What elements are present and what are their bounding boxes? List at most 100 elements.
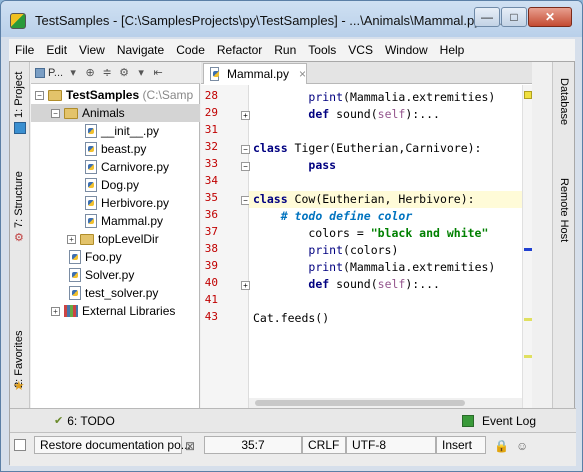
collapse-icon[interactable]: −: [51, 108, 60, 118]
menu-navigate[interactable]: Navigate: [111, 43, 170, 57]
error-stripe[interactable]: [522, 85, 532, 408]
close-tab-icon[interactable]: ×: [299, 67, 306, 81]
status-bar: Restore documentation po... ⊠ 35:7 CRLF …: [10, 432, 576, 466]
tree-item-solver[interactable]: Solver.py: [31, 266, 200, 284]
line-number: 39: [204, 259, 218, 272]
tree-item-testsamples[interactable]: − TestSamples (C:\Samp: [31, 86, 200, 104]
inspection-status-icon: [524, 91, 532, 99]
python-file-icon: [85, 214, 97, 228]
python-file-icon: [85, 160, 97, 174]
tab-database[interactable]: Database: [558, 78, 570, 125]
tasks-icon[interactable]: ⊠: [185, 439, 195, 453]
line-number: 31: [204, 123, 218, 136]
menu-view[interactable]: View: [73, 43, 111, 57]
project-view-icon: [35, 67, 45, 78]
minimize-button[interactable]: —: [474, 7, 500, 27]
line-number: 29: [204, 106, 218, 119]
event-log-tab[interactable]: Event Log: [482, 414, 536, 428]
line-number: 36: [204, 208, 218, 221]
project-view-selector[interactable]: P...: [48, 67, 63, 79]
tree-item-test-solver[interactable]: test_solver.py: [31, 284, 200, 302]
tree-item-carnivore[interactable]: Carnivore.py: [31, 158, 200, 176]
tab-structure-label: 7: Structure: [13, 171, 25, 228]
settings-dropdown-icon[interactable]: ▾: [134, 66, 148, 80]
tree-item-foo[interactable]: Foo.py: [31, 248, 200, 266]
tree-item-label: Solver.py: [85, 268, 135, 282]
maximize-button[interactable]: □: [501, 7, 527, 27]
tree-item-dog[interactable]: Dog.py: [31, 176, 200, 194]
line-number: 35: [204, 191, 218, 204]
right-tool-strip: Database Remote Host: [552, 62, 574, 408]
scroll-from-source-icon[interactable]: ⊕: [83, 66, 97, 80]
tree-item-label: beast.py: [101, 142, 147, 156]
code-editor: Mammal.py × 28 29 31 32 33 34 35 36 37 3…: [201, 62, 532, 408]
tree-item-label: Carnivore.py: [101, 160, 170, 174]
tab-remote-host-label: Remote Host: [558, 178, 570, 243]
todo-tab[interactable]: 6: TODO: [67, 414, 115, 428]
line-number: 34: [204, 174, 218, 187]
tab-remote-host[interactable]: Remote Host: [558, 178, 570, 242]
line-number: 28: [204, 89, 218, 102]
tree-item-external-libraries[interactable]: + External Libraries: [31, 302, 200, 320]
close-button[interactable]: ✕: [528, 7, 572, 27]
tree-item-label: External Libraries: [82, 304, 176, 318]
menu-code[interactable]: Code: [170, 43, 211, 57]
line-number: 37: [204, 225, 218, 238]
expand-icon[interactable]: +: [67, 234, 76, 244]
tree-item-topleveldir[interactable]: + topLevelDir: [31, 230, 200, 248]
menu-edit[interactable]: Edit: [40, 43, 73, 57]
tree-item-init[interactable]: __init__.py: [31, 122, 200, 140]
python-file-icon: [85, 196, 97, 210]
tab-structure[interactable]: 7: Structure: [13, 171, 25, 228]
scrollbar-thumb[interactable]: [255, 400, 465, 406]
settings-gear-icon[interactable]: ⚙: [117, 66, 131, 80]
line-number-gutter: 28 29 31 32 33 34 35 36 37 38 39 40 41 4…: [201, 85, 250, 408]
folder-icon: [80, 233, 94, 245]
editor-tab-mammal[interactable]: Mammal.py ×: [203, 63, 307, 84]
warning-mark[interactable]: [524, 355, 532, 358]
menu-vcs[interactable]: VCS: [342, 43, 379, 57]
tab-project[interactable]: 1: Project: [13, 72, 25, 118]
project-tree: − TestSamples (C:\Samp − Animals __init_…: [31, 86, 200, 320]
tree-item-mammal[interactable]: Mammal.py: [31, 212, 200, 230]
inspector-icon[interactable]: ☺: [516, 439, 528, 453]
caret-position[interactable]: 35:7: [204, 436, 302, 454]
todo-icon: ✔: [54, 415, 64, 427]
menu-refactor[interactable]: Refactor: [211, 43, 268, 57]
tab-database-label: Database: [558, 78, 570, 126]
collapse-all-icon[interactable]: ≑: [100, 66, 114, 80]
tree-item-label: Herbivore.py: [101, 196, 170, 210]
lock-icon[interactable]: 🔒: [494, 439, 509, 453]
warning-mark[interactable]: [524, 318, 532, 321]
hide-panel-icon[interactable]: ⇤: [151, 66, 165, 80]
library-icon: [64, 305, 78, 317]
tree-item-beast[interactable]: beast.py: [31, 140, 200, 158]
code-area[interactable]: print(Mammalia.extremities) def sound(se…: [249, 85, 522, 408]
menu-tools[interactable]: Tools: [302, 43, 342, 57]
line-separator-selector[interactable]: CRLF: [302, 436, 346, 454]
menu-file[interactable]: File: [9, 43, 40, 57]
expand-icon[interactable]: +: [51, 306, 60, 316]
dropdown-icon[interactable]: ▾: [66, 66, 80, 80]
tab-project-label: 1: Project: [13, 71, 25, 118]
status-toggle-icon[interactable]: [14, 439, 26, 451]
pycharm-app-icon: [10, 13, 26, 29]
code-line: def sound(self):...: [308, 107, 440, 121]
tool-windows-bar: ✔ 6: TODO Event Log: [10, 408, 576, 432]
code-line: print(Mammalia.extremities): [308, 260, 496, 274]
menu-help[interactable]: Help: [434, 43, 471, 57]
horizontal-scrollbar[interactable]: [249, 398, 522, 408]
menu-window[interactable]: Window: [379, 43, 434, 57]
python-file-icon: [210, 67, 219, 81]
tree-item-animals[interactable]: − Animals: [31, 104, 200, 122]
project-toolbar: P... ▾ ⊕ ≑ ⚙ ▾ ⇤: [31, 62, 200, 84]
event-log-icon: [461, 414, 474, 427]
collapse-icon[interactable]: −: [35, 90, 44, 100]
todo-mark[interactable]: [524, 248, 532, 251]
encoding-selector[interactable]: UTF-8: [346, 436, 436, 454]
tree-item-herbivore[interactable]: Herbivore.py: [31, 194, 200, 212]
insert-mode[interactable]: Insert: [436, 436, 486, 454]
menu-run[interactable]: Run: [268, 43, 302, 57]
